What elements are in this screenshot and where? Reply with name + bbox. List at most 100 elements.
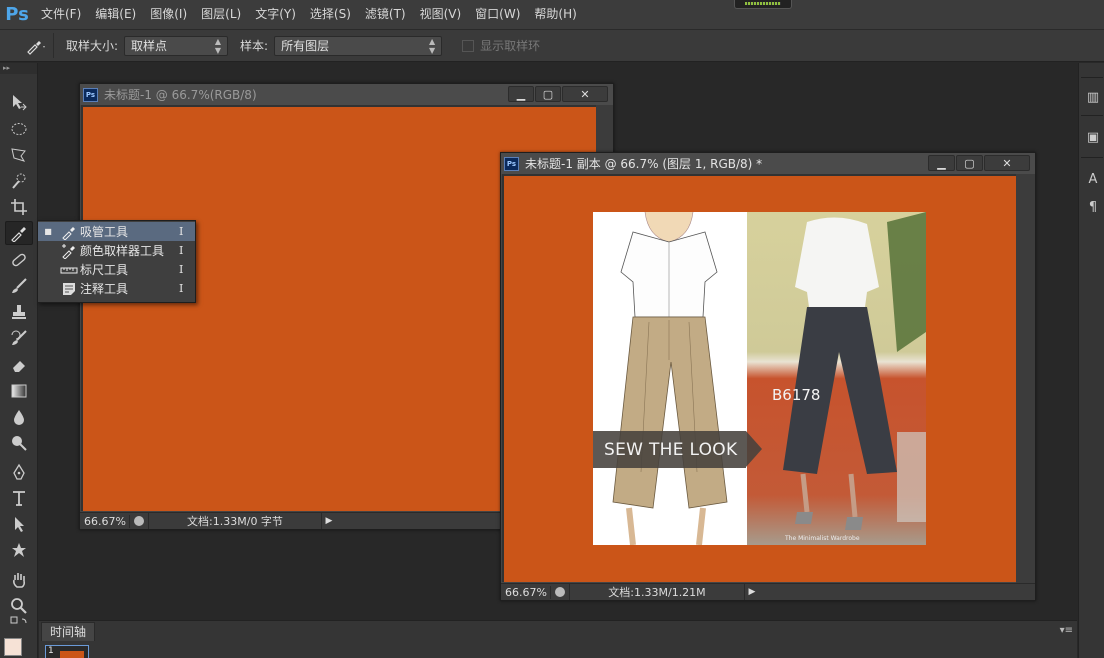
path-selection-icon [15, 517, 24, 532]
close-button[interactable]: ✕ [984, 155, 1030, 171]
eraser-icon [13, 361, 25, 372]
history-brush-icon [11, 330, 27, 345]
document-title-bar[interactable]: Ps 未标题-1 副本 @ 66.7% (图层 1, RGB/8) * ▁ ▢ … [501, 153, 1035, 174]
elliptical-marquee-icon [11, 123, 27, 135]
sample-size-select[interactable]: 取样点 ▲ ▼ [124, 35, 229, 56]
history-panel-icon[interactable]: ▥ [1085, 89, 1101, 105]
eyedropper-icon [26, 40, 45, 55]
zoom-level[interactable]: 66.67% [501, 585, 551, 599]
marquee-tool[interactable] [5, 117, 33, 141]
gradient-tool[interactable] [5, 379, 33, 403]
zoom-level[interactable]: 66.67% [80, 514, 130, 528]
select-arrows-icon: ▲ ▼ [428, 36, 436, 55]
custom-shape-tool[interactable] [5, 538, 33, 562]
move-icon [13, 95, 27, 111]
status-menu-icon[interactable] [130, 516, 148, 526]
color-sampler-icon [58, 243, 80, 259]
eyedropper-tool[interactable] [5, 221, 33, 245]
panel-menu-icon[interactable]: ▾≡ [1060, 625, 1073, 636]
checkbox-box [462, 39, 475, 52]
close-icon: ✕ [580, 87, 590, 101]
hand-tool[interactable] [5, 568, 33, 592]
flyout-item-ruler[interactable]: 标尺工具 I [38, 260, 195, 279]
flyout-item-color-sampler[interactable]: 颜色取样器工具 I [38, 241, 195, 260]
tab-timeline[interactable]: 时间轴 [41, 622, 96, 641]
blur-tool[interactable] [5, 405, 33, 429]
menu-help[interactable]: 帮助(H) [527, 0, 583, 29]
crop-tool[interactable] [5, 195, 33, 219]
path-selection-tool[interactable] [5, 512, 33, 536]
close-button[interactable]: ✕ [562, 86, 608, 102]
flyout-item-eyedropper[interactable]: ■ 吸管工具 I [38, 222, 195, 241]
crop-icon [11, 199, 27, 215]
timeline-frame[interactable]: 1 [45, 645, 89, 658]
ps-document-icon: Ps [504, 156, 519, 171]
document-title: 未标题-1 副本 @ 66.7% (图层 1, RGB/8) * [525, 157, 763, 171]
show-sampling-ring-checkbox[interactable]: 显示取样环 [462, 37, 540, 54]
menu-select[interactable]: 选择(S) [303, 0, 358, 29]
document-size-info: 文档:1.33M/1.21M [569, 584, 745, 600]
vertical-scrollbar[interactable] [1016, 174, 1035, 584]
brush-tool[interactable] [5, 274, 33, 298]
flyout-item-note[interactable]: 注释工具 I [38, 279, 195, 298]
tool-preset-picker[interactable] [18, 33, 54, 58]
status-menu-icon[interactable] [551, 587, 569, 597]
menu-image[interactable]: 图像(I) [143, 0, 194, 29]
status-play-icon[interactable]: ▶ [745, 587, 759, 597]
maximize-icon: ▢ [964, 156, 975, 170]
banner-arrow [746, 431, 762, 467]
maximize-button[interactable]: ▢ [956, 155, 983, 171]
type-tool[interactable] [5, 486, 33, 510]
eyedropper-icon [11, 227, 26, 242]
maximize-button[interactable]: ▢ [535, 86, 561, 102]
flyout-shortcut: I [179, 244, 184, 257]
zoom-tool[interactable] [5, 594, 33, 618]
brush-icon [12, 278, 27, 293]
photo-half [747, 212, 926, 545]
timeline-panel: 时间轴 ▾≡ 1 [39, 620, 1077, 658]
paragraph-panel-icon[interactable]: ¶ [1085, 199, 1101, 215]
show-sampling-ring-label: 显示取样环 [480, 39, 541, 53]
eyedropper-tool-flyout: ■ 吸管工具 I 颜色取样器工具 I 标尺工具 I 注释工具 I [37, 220, 196, 303]
dodge-icon [12, 436, 27, 451]
lasso-tool[interactable] [5, 143, 33, 167]
gpu-indicator [734, 0, 792, 9]
fashion-illustration [612, 212, 728, 545]
maximize-icon: ▢ [542, 87, 554, 101]
status-play-icon[interactable]: ▶ [322, 516, 336, 526]
close-icon: ✕ [1002, 156, 1012, 170]
minimize-button[interactable]: ▁ [928, 155, 955, 171]
pattern-code-label: B6178 [772, 386, 821, 404]
properties-panel-icon[interactable]: ▣ [1085, 129, 1101, 145]
gradient-icon [11, 384, 27, 398]
document-title-bar[interactable]: Ps 未标题-1 @ 66.7%(RGB/8) ▁ ▢ ✕ [80, 84, 613, 105]
history-brush-tool[interactable] [5, 326, 33, 350]
menu-view[interactable]: 视图(V) [413, 0, 469, 29]
character-panel-icon[interactable]: A [1085, 171, 1101, 187]
menu-file[interactable]: 文件(F) [34, 0, 88, 29]
dodge-tool[interactable] [5, 431, 33, 455]
eraser-tool[interactable] [5, 353, 33, 377]
frame-thumbnail [60, 651, 84, 658]
quick-selection-tool[interactable] [5, 169, 33, 193]
swap-colors-icon [10, 616, 27, 624]
menu-layer[interactable]: 图层(L) [194, 0, 248, 29]
sample-label: 样本: [240, 39, 269, 53]
water-drop-icon [14, 410, 24, 425]
stamp-icon [12, 305, 26, 319]
menu-filter[interactable]: 滤镜(T) [358, 0, 413, 29]
foreground-color-swatch[interactable] [4, 638, 22, 656]
clone-stamp-tool[interactable] [5, 300, 33, 324]
menu-window[interactable]: 窗口(W) [468, 0, 527, 29]
sample-layers-select[interactable]: 所有图层 ▲ ▼ [274, 35, 443, 56]
pen-tool[interactable] [5, 460, 33, 484]
options-bar: 取样大小: 取样点 ▲ ▼ 样本: 所有图层 ▲ ▼ 显示取样环 [0, 29, 1104, 62]
minimize-button[interactable]: ▁ [508, 86, 534, 102]
swap-colors-control[interactable] [5, 616, 33, 634]
menu-edit[interactable]: 编辑(E) [88, 0, 143, 29]
move-tool[interactable] [5, 90, 33, 114]
menu-type[interactable]: 文字(Y) [248, 0, 303, 29]
sample-layers-value: 所有图层 [281, 39, 330, 53]
healing-brush-tool[interactable] [5, 248, 33, 272]
panel-collapse-icon[interactable]: ▸▸ [0, 63, 37, 74]
